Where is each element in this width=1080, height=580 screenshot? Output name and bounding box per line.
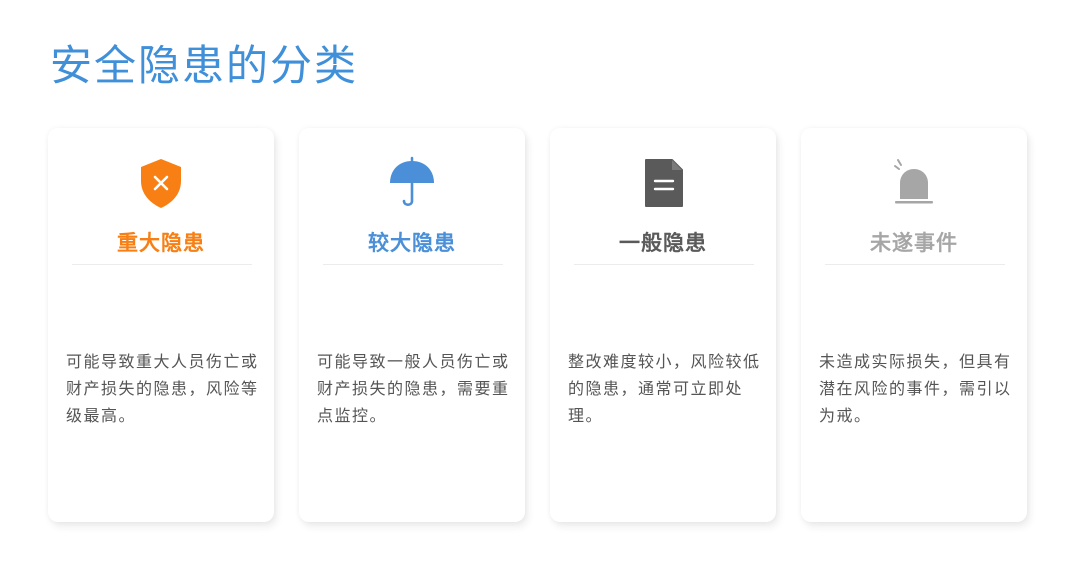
card-divider	[574, 264, 754, 265]
shield-x-icon	[136, 156, 186, 210]
alarm-light-icon	[889, 156, 939, 210]
card-divider	[72, 264, 252, 265]
card-near-miss: 未遂事件 未造成实际损失，但具有潜在风险的事件，需引以为戒。	[801, 128, 1027, 522]
page-title: 安全隐患的分类	[50, 41, 359, 90]
card-significant-hazard: 较大隐患 可能导致一般人员伤亡或财产损失的隐患，需要重点监控。	[299, 128, 525, 522]
card-description: 未造成实际损失，但具有潜在风险的事件，需引以为戒。	[819, 352, 1012, 425]
card-title: 未遂事件	[870, 230, 958, 255]
card-major-hazard: 重大隐患 可能导致重大人员伤亡或财产损失的隐患，风险等级最高。	[48, 128, 274, 522]
card-description: 整改难度较小，风险较低的隐患，通常可立即处理。	[568, 352, 761, 425]
umbrella-icon	[387, 156, 437, 210]
card-general-hazard: 一般隐患 整改难度较小，风险较低的隐患，通常可立即处理。	[550, 128, 776, 522]
card-title: 一般隐患	[619, 230, 707, 255]
card-divider	[825, 264, 1005, 265]
card-divider	[323, 264, 503, 265]
card-title: 较大隐患	[368, 230, 456, 255]
hazard-category-cards: 重大隐患 可能导致重大人员伤亡或财产损失的隐患，风险等级最高。 较大隐患 可能导…	[48, 128, 1028, 522]
card-title: 重大隐患	[117, 230, 205, 255]
document-icon	[638, 156, 688, 210]
card-description: 可能导致一般人员伤亡或财产损失的隐患，需要重点监控。	[317, 352, 510, 425]
card-description: 可能导致重大人员伤亡或财产损失的隐患，风险等级最高。	[66, 352, 259, 425]
